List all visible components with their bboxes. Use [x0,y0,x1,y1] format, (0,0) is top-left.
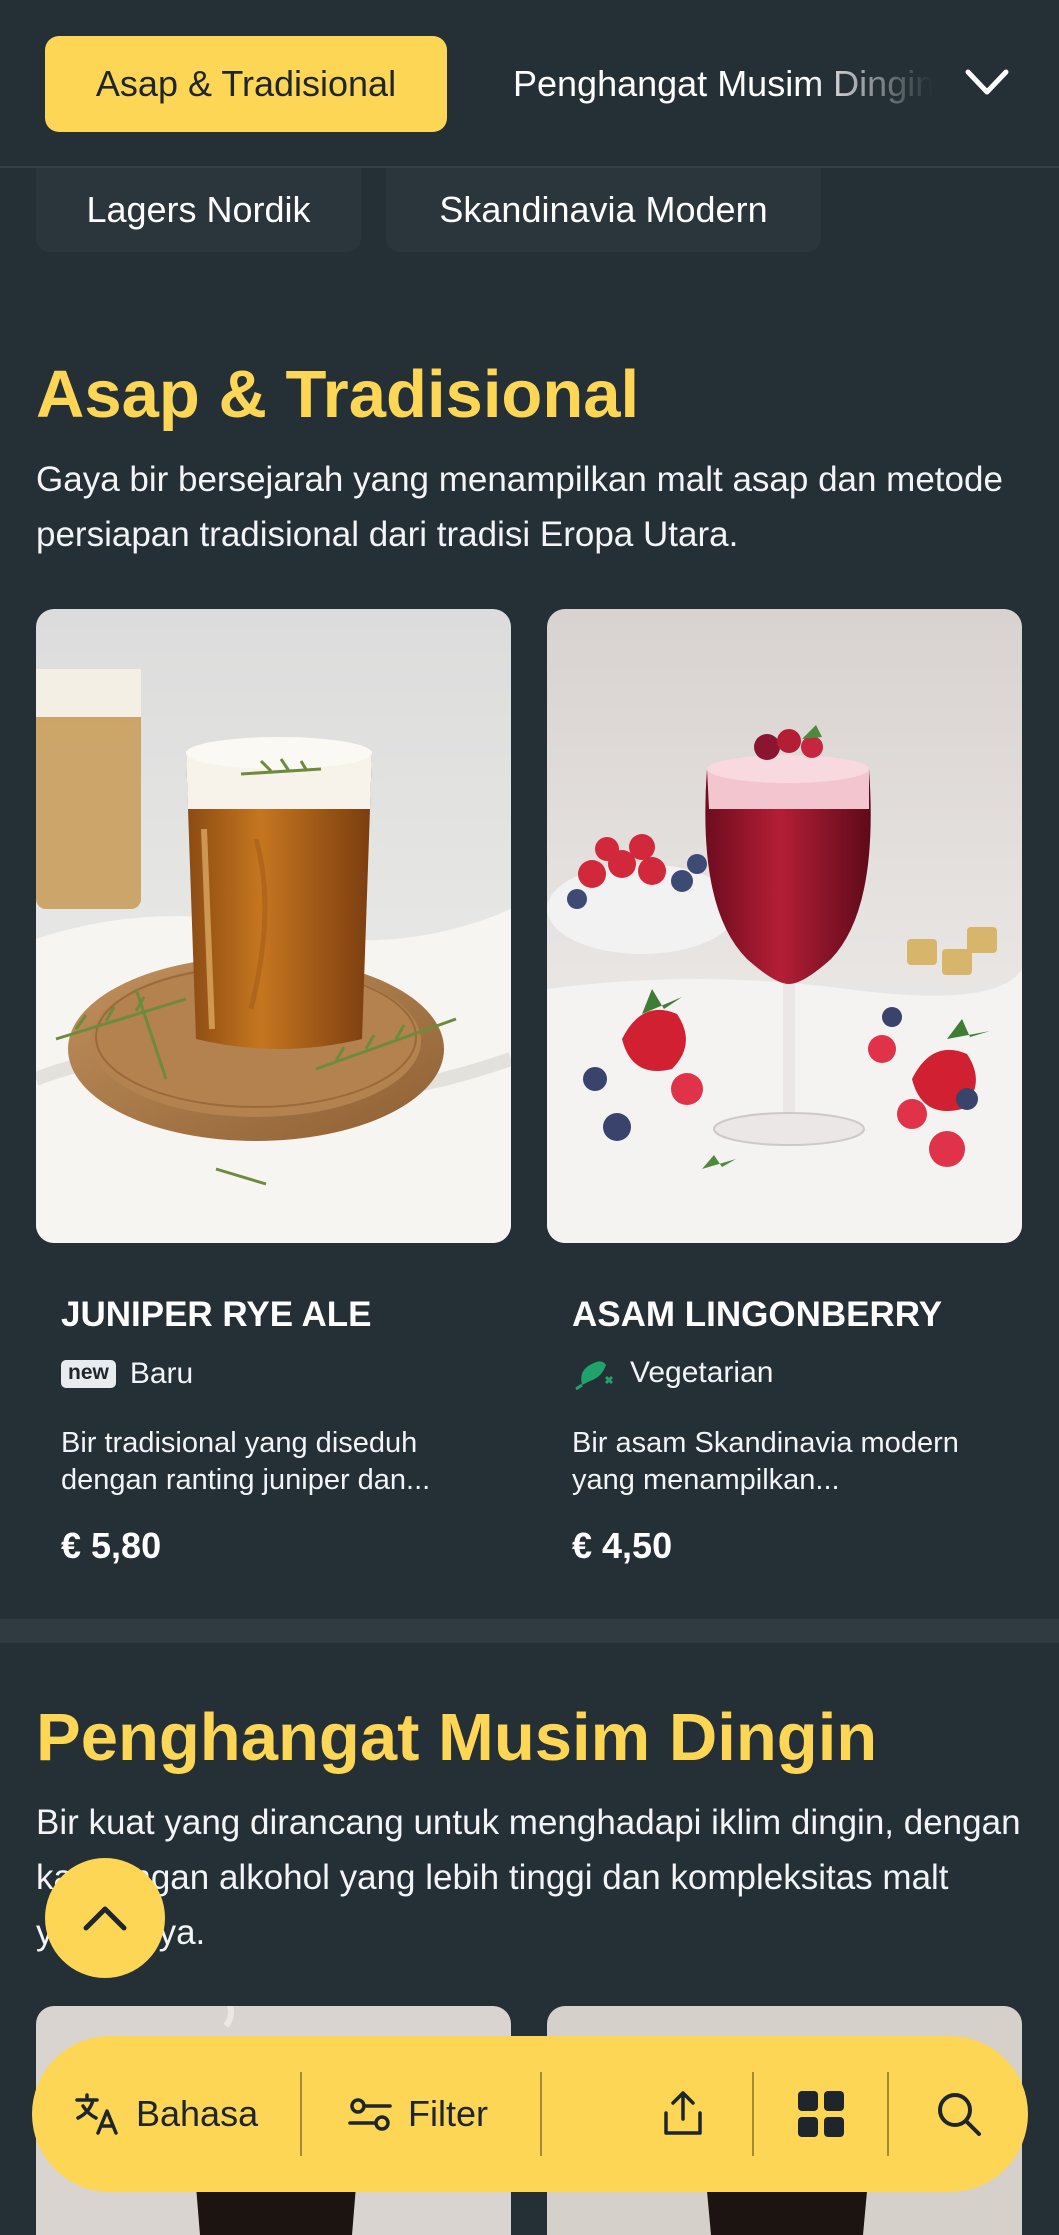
product-name[interactable]: ASAM LINGONBERRY [572,1295,942,1335]
new-badge: new [61,1360,116,1388]
category-nav: Asap & Tradisional Penghangat Musim Ding… [0,0,1059,168]
product-price: € 5,80 [61,1525,162,1566]
category-chips-row: Lagers Nordik Skandinavia Modern [0,168,1059,258]
grid-view-button[interactable] [797,2036,845,2192]
product-description: Bir asam Skandinavia modern yang menampi… [572,1427,959,1496]
section-title: Penghangat Musim Dingin [36,1700,878,1775]
share-button[interactable] [658,2036,708,2192]
scroll-to-top-button[interactable] [45,1858,165,1978]
bottom-toolbar: Bahasa Filter [32,2036,1028,2192]
share-icon [664,2091,702,2135]
product-description: Bir tradisional yang diseduh dengan rant… [61,1427,431,1496]
filter-label: Filter [408,2093,488,2134]
sliders-icon [348,2098,392,2131]
toolbar-divider [752,2072,754,2156]
category-chip-label: Asap & Tradisional [95,63,397,104]
category-chip-active[interactable]: Asap & Tradisional [45,36,447,132]
section-description: Bir kuat yang dirancang untuk menghadapi… [36,1803,1021,1952]
product-name[interactable]: JUNIPER RYE ALE [61,1295,372,1335]
section-description: Gaya bir bersejarah yang menampilkan mal… [36,460,1003,554]
category-chip-lagers-nordik[interactable]: Lagers Nordik [36,168,361,252]
category-chip-label: Penghangat Musim Dingin [513,63,933,104]
product-tag: new Baru [61,1357,193,1391]
toolbar-divider [540,2072,542,2156]
filter-button[interactable]: Filter [348,2036,488,2192]
product-tag-label: Baru [129,1357,194,1390]
translate-icon [75,2093,118,2135]
language-button[interactable]: Bahasa [74,2036,258,2192]
chevron-up-icon [83,1906,127,1931]
toolbar-divider [300,2072,302,2156]
toolbar-divider [887,2072,889,2156]
grid-icon [798,2091,844,2137]
product-image-juniper-rye-ale[interactable] [36,609,511,1243]
product-image-asam-lingonberry[interactable] [547,609,1022,1243]
category-chip-skandinavia-modern[interactable]: Skandinavia Modern [386,168,821,252]
chevron-down-icon[interactable] [962,62,1012,106]
search-icon [938,2093,981,2136]
section-divider [0,1619,1059,1643]
category-chip-next[interactable]: Penghangat Musim Dingin [513,36,933,132]
category-chip-label: Lagers Nordik [86,189,311,230]
search-button[interactable] [935,2036,983,2192]
product-tag: Vegetarian [572,1355,773,1391]
section-title: Asap & Tradisional [36,357,640,432]
product-price: € 4,50 [572,1525,673,1566]
vegetarian-icon [575,1361,614,1391]
product-tag-label: Vegetarian [630,1356,774,1389]
language-label: Bahasa [136,2093,259,2134]
category-chip-label: Skandinavia Modern [439,189,768,230]
